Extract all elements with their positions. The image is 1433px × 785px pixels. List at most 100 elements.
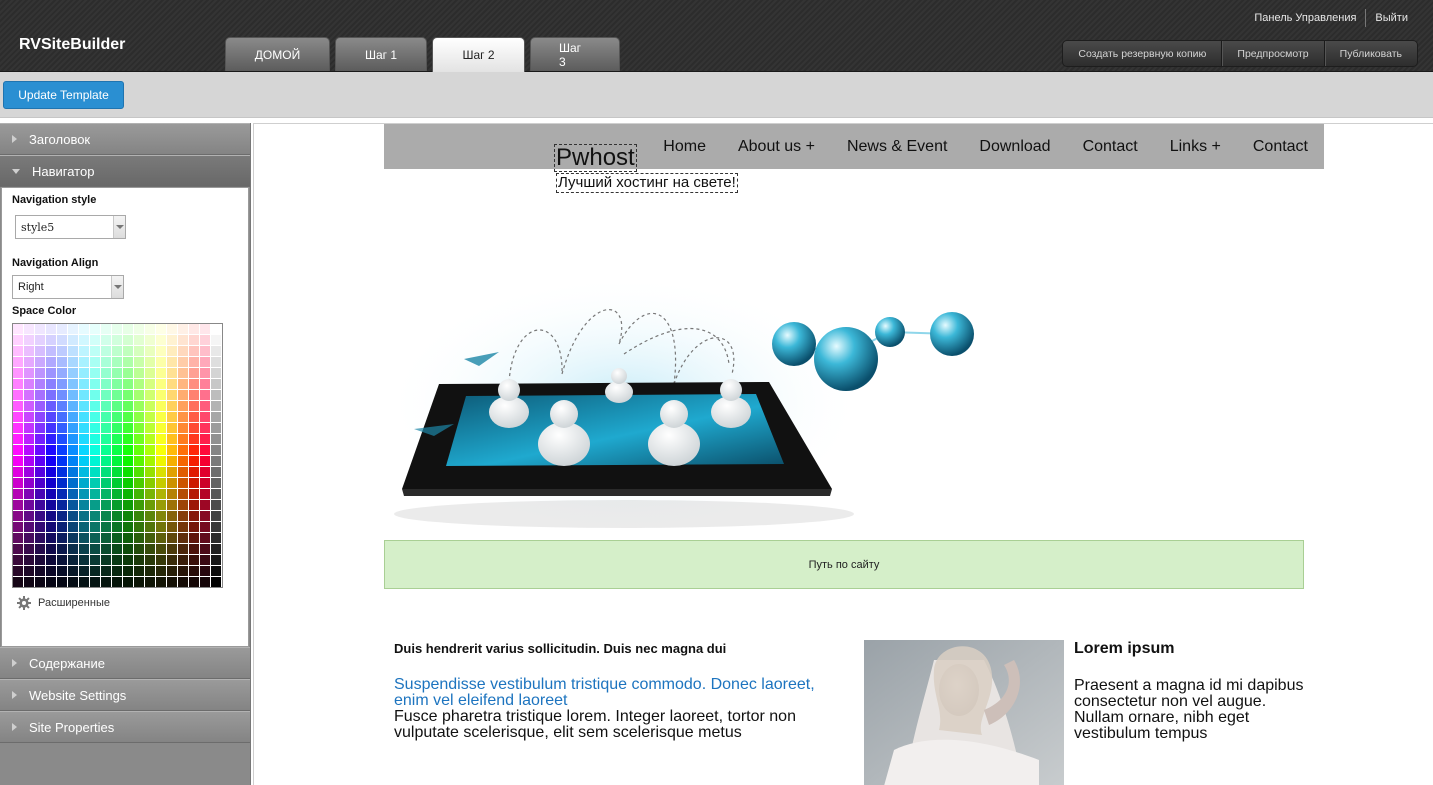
sidebar-section-header[interactable]: Содержание xyxy=(0,647,250,679)
color-swatch[interactable] xyxy=(24,390,34,400)
color-swatch[interactable] xyxy=(57,456,67,466)
tab-step-1[interactable]: Шаг 1 xyxy=(335,37,427,71)
color-swatch[interactable] xyxy=(178,511,188,521)
color-swatch[interactable] xyxy=(79,390,89,400)
color-swatch[interactable] xyxy=(68,544,78,554)
color-swatch[interactable] xyxy=(46,445,56,455)
color-swatch[interactable] xyxy=(134,467,144,477)
color-swatch[interactable] xyxy=(167,445,177,455)
color-swatch[interactable] xyxy=(112,511,122,521)
color-swatch[interactable] xyxy=(46,555,56,565)
color-swatch[interactable] xyxy=(178,423,188,433)
color-swatch[interactable] xyxy=(112,566,122,576)
color-swatch[interactable] xyxy=(68,401,78,411)
color-swatch[interactable] xyxy=(200,522,210,532)
color-swatch[interactable] xyxy=(68,467,78,477)
color-swatch[interactable] xyxy=(24,544,34,554)
color-swatch[interactable] xyxy=(112,379,122,389)
color-swatch[interactable] xyxy=(90,478,100,488)
color-swatch[interactable] xyxy=(145,368,155,378)
color-swatch[interactable] xyxy=(123,390,133,400)
color-swatch[interactable] xyxy=(156,401,166,411)
site-title[interactable]: Pwhost xyxy=(554,144,637,172)
color-swatch[interactable] xyxy=(134,478,144,488)
color-swatch[interactable] xyxy=(134,577,144,587)
color-swatch[interactable] xyxy=(134,379,144,389)
color-swatch[interactable] xyxy=(156,533,166,543)
color-swatch[interactable] xyxy=(90,555,100,565)
color-swatch[interactable] xyxy=(156,566,166,576)
color-swatch[interactable] xyxy=(79,478,89,488)
color-swatch[interactable] xyxy=(46,544,56,554)
color-swatch[interactable] xyxy=(211,533,221,543)
color-swatch[interactable] xyxy=(145,401,155,411)
color-swatch[interactable] xyxy=(145,577,155,587)
color-swatch[interactable] xyxy=(134,335,144,345)
color-swatch[interactable] xyxy=(145,566,155,576)
color-swatch[interactable] xyxy=(123,412,133,422)
color-swatch[interactable] xyxy=(79,555,89,565)
color-swatch[interactable] xyxy=(46,500,56,510)
color-swatch[interactable] xyxy=(178,335,188,345)
color-swatch[interactable] xyxy=(145,379,155,389)
color-swatch[interactable] xyxy=(200,555,210,565)
color-swatch[interactable] xyxy=(24,412,34,422)
color-swatch[interactable] xyxy=(24,478,34,488)
color-swatch[interactable] xyxy=(46,357,56,367)
color-swatch[interactable] xyxy=(211,577,221,587)
color-swatch[interactable] xyxy=(46,423,56,433)
color-swatch[interactable] xyxy=(57,500,67,510)
color-swatch[interactable] xyxy=(24,368,34,378)
color-swatch[interactable] xyxy=(13,467,23,477)
color-swatch[interactable] xyxy=(145,434,155,444)
color-swatch[interactable] xyxy=(156,346,166,356)
color-swatch[interactable] xyxy=(57,412,67,422)
color-swatch[interactable] xyxy=(189,357,199,367)
color-swatch[interactable] xyxy=(57,577,67,587)
color-swatch[interactable] xyxy=(167,379,177,389)
color-swatch[interactable] xyxy=(134,533,144,543)
color-swatch[interactable] xyxy=(46,412,56,422)
color-swatch[interactable] xyxy=(189,489,199,499)
color-swatch[interactable] xyxy=(79,368,89,378)
color-swatch[interactable] xyxy=(134,357,144,367)
color-swatch[interactable] xyxy=(178,357,188,367)
color-swatch[interactable] xyxy=(101,566,111,576)
color-swatch[interactable] xyxy=(156,423,166,433)
color-swatch[interactable] xyxy=(101,478,111,488)
color-swatch[interactable] xyxy=(145,357,155,367)
color-swatch[interactable] xyxy=(13,335,23,345)
color-swatch[interactable] xyxy=(123,577,133,587)
color-swatch[interactable] xyxy=(13,401,23,411)
color-swatch[interactable] xyxy=(68,533,78,543)
color-swatch[interactable] xyxy=(35,434,45,444)
color-swatch[interactable] xyxy=(101,423,111,433)
color-swatch[interactable] xyxy=(211,390,221,400)
color-swatch[interactable] xyxy=(24,456,34,466)
color-swatch[interactable] xyxy=(123,379,133,389)
color-swatch[interactable] xyxy=(13,390,23,400)
color-swatch[interactable] xyxy=(101,357,111,367)
color-swatch[interactable] xyxy=(200,577,210,587)
color-swatch[interactable] xyxy=(46,434,56,444)
nav-item-contact[interactable]: Contact xyxy=(1083,138,1138,156)
color-swatch[interactable] xyxy=(24,357,34,367)
color-swatch[interactable] xyxy=(167,511,177,521)
color-swatch[interactable] xyxy=(57,489,67,499)
color-swatch[interactable] xyxy=(167,544,177,554)
color-swatch[interactable] xyxy=(189,544,199,554)
color-swatch[interactable] xyxy=(68,500,78,510)
color-swatch[interactable] xyxy=(156,555,166,565)
color-swatch[interactable] xyxy=(101,324,111,334)
color-swatch[interactable] xyxy=(123,346,133,356)
color-swatch[interactable] xyxy=(123,445,133,455)
color-swatch[interactable] xyxy=(57,533,67,543)
color-swatch[interactable] xyxy=(123,478,133,488)
color-swatch[interactable] xyxy=(211,335,221,345)
color-swatch[interactable] xyxy=(79,445,89,455)
color-swatch[interactable] xyxy=(46,346,56,356)
color-swatch[interactable] xyxy=(156,511,166,521)
color-swatch[interactable] xyxy=(211,434,221,444)
color-swatch[interactable] xyxy=(134,346,144,356)
color-swatch[interactable] xyxy=(68,346,78,356)
